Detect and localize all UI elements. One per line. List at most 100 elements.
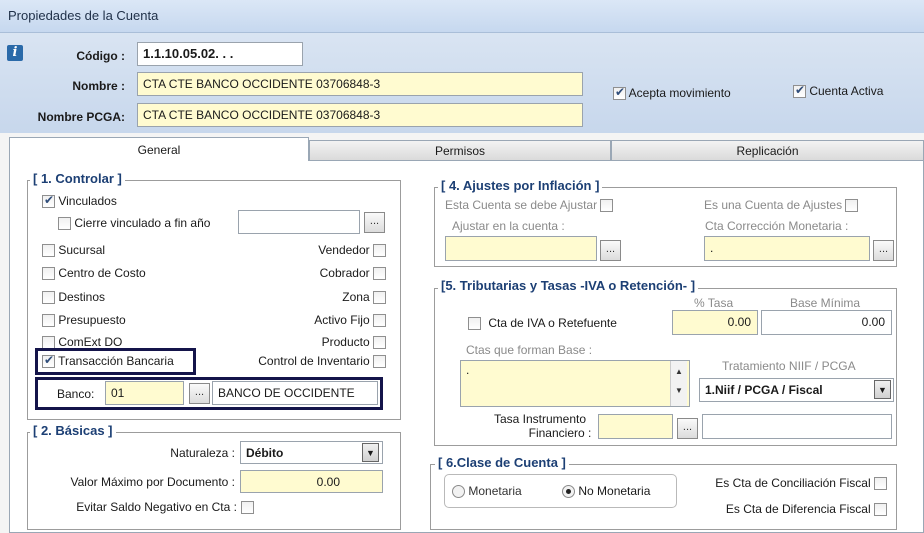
es-cuenta-ajustes-label: Es una Cuenta de Ajustes xyxy=(704,198,843,212)
valor-maximo-field[interactable]: 0.00 xyxy=(240,470,383,493)
ctas-base-label: Ctas que forman Base : xyxy=(466,343,593,357)
vinculados-label: Vinculados xyxy=(58,194,117,208)
ajustar-lookup-button[interactable]: ... xyxy=(600,240,621,261)
tasa-field[interactable]: 0.00 xyxy=(672,310,758,335)
naturaleza-value: Débito xyxy=(246,446,284,460)
producto-label: Producto xyxy=(321,335,370,349)
presupuesto-checkbox[interactable] xyxy=(42,314,55,328)
nombre-pcga-field[interactable]: CTA CTE BANCO OCCIDENTE 03706848-3 xyxy=(137,103,583,127)
evitar-saldo-checkbox[interactable] xyxy=(241,501,254,515)
cta-correccion-field[interactable]: . xyxy=(704,236,870,261)
es-cuenta-ajustes-option[interactable]: Es una Cuenta de Ajustes xyxy=(704,198,859,213)
banco-lookup-button[interactable]: ... xyxy=(189,383,210,404)
cta-iva-option[interactable]: Cta de IVA o Retefuente xyxy=(468,316,617,331)
esta-cuenta-checkbox[interactable] xyxy=(600,199,614,213)
ctas-base-field[interactable]: . xyxy=(460,360,690,407)
banco-label: Banco: xyxy=(57,387,95,401)
cierre-field[interactable] xyxy=(238,210,360,234)
producto-checkbox[interactable] xyxy=(373,336,386,350)
sucursal-checkbox[interactable] xyxy=(42,244,55,258)
tasa-instrumento-label-line1: Tasa Instrumento xyxy=(493,412,587,426)
centro-costo-option[interactable]: Centro de Costo xyxy=(42,266,146,281)
naturaleza-label: Naturaleza : xyxy=(170,446,235,460)
tab-replicacion[interactable]: Replicación xyxy=(611,140,924,161)
evitar-saldo-label: Evitar Saldo Negativo en Cta : xyxy=(76,500,237,514)
scroll-up-icon[interactable]: ▲ xyxy=(671,367,687,376)
scroll-down-icon[interactable]: ▼ xyxy=(671,386,687,395)
sucursal-option[interactable]: Sucursal xyxy=(42,243,105,258)
tasa-instrumento-desc-field[interactable] xyxy=(702,414,892,439)
evitar-saldo-option[interactable] xyxy=(241,500,254,515)
no-monetaria-radio[interactable] xyxy=(562,485,575,499)
zona-checkbox[interactable] xyxy=(373,291,386,305)
control-inventario-label: Control de Inventario xyxy=(258,354,370,368)
tasa-instrumento-label: Tasa Instrumento Financiero : xyxy=(470,412,610,440)
base-minima-field[interactable]: 0.00 xyxy=(761,310,892,335)
base-minima-label: Base Mínima xyxy=(790,296,861,310)
tasa-instrumento-field[interactable] xyxy=(598,414,673,439)
banco-name-field[interactable]: BANCO DE OCCIDENTE xyxy=(212,381,378,405)
vendedor-option[interactable]: Vendedor xyxy=(270,243,386,258)
tab-general[interactable]: General xyxy=(9,137,309,161)
acepta-movimiento-checkbox[interactable] xyxy=(613,85,626,101)
controlar-title: [ 1. Controlar ] xyxy=(30,171,125,186)
codigo-label: Código : xyxy=(76,49,125,63)
tasa-label: % Tasa xyxy=(694,296,734,310)
es-cuenta-ajustes-checkbox[interactable] xyxy=(845,199,859,213)
clase-title: [ 6.Clase de Cuenta ] xyxy=(435,455,569,470)
tasa-instrumento-lookup-button[interactable]: ... xyxy=(677,418,698,439)
ctas-base-value: . xyxy=(466,363,470,377)
cuenta-activa-checkbox[interactable] xyxy=(793,83,806,99)
diferencia-checkbox[interactable] xyxy=(874,503,887,517)
cierre-option[interactable]: Cierre vinculado a fin año xyxy=(58,216,211,231)
cta-iva-label: Cta de IVA o Retefuente xyxy=(488,316,617,330)
presupuesto-option[interactable]: Presupuesto xyxy=(42,313,126,328)
tratamiento-select[interactable]: 1.Niif / PCGA / Fiscal xyxy=(699,378,894,402)
producto-option[interactable]: Producto xyxy=(270,335,386,350)
conciliacion-option[interactable]: Es Cta de Conciliación Fiscal xyxy=(680,476,887,491)
ctas-base-scrollbar[interactable]: ▲ ▼ xyxy=(670,361,687,406)
cobrador-label: Cobrador xyxy=(319,266,370,280)
monetaria-option[interactable]: Monetaria xyxy=(452,484,522,499)
tab-permisos[interactable]: Permisos xyxy=(309,140,611,161)
cta-correccion-label: Cta Corrección Monetaria : xyxy=(705,219,849,233)
no-monetaria-option[interactable]: No Monetaria xyxy=(562,484,650,499)
acepta-movimiento-option[interactable]: Acepta movimiento xyxy=(613,85,731,101)
zona-option[interactable]: Zona xyxy=(270,290,386,305)
cta-iva-checkbox[interactable] xyxy=(468,317,481,331)
destinos-option[interactable]: Destinos xyxy=(42,290,106,305)
cierre-label: Cierre vinculado a fin año xyxy=(74,216,211,230)
vinculados-checkbox[interactable] xyxy=(42,193,55,209)
diferencia-option[interactable]: Es Cta de Diferencia Fiscal xyxy=(680,502,887,517)
control-inventario-option[interactable]: Control de Inventario xyxy=(206,354,386,369)
naturaleza-dropdown-arrow-icon[interactable]: ▼ xyxy=(362,443,379,462)
info-icon[interactable]: i xyxy=(7,45,23,61)
control-inventario-checkbox[interactable] xyxy=(373,355,386,369)
centro-costo-checkbox[interactable] xyxy=(42,267,55,281)
transaccion-bancaria-label: Transacción Bancaria xyxy=(58,354,174,368)
tratamiento-dropdown-arrow-icon[interactable]: ▼ xyxy=(874,380,891,399)
codigo-field[interactable]: 1.1.10.05.02. . . xyxy=(137,42,303,66)
nombre-field[interactable]: CTA CTE BANCO OCCIDENTE 03706848-3 xyxy=(137,72,583,96)
cierre-lookup-button[interactable]: ... xyxy=(364,212,385,233)
activo-fijo-checkbox[interactable] xyxy=(373,314,386,328)
cta-correccion-lookup-button[interactable]: ... xyxy=(873,240,894,261)
ajustar-field[interactable] xyxy=(445,236,597,261)
cobrador-option[interactable]: Cobrador xyxy=(270,266,386,281)
banco-code-field[interactable]: 01 xyxy=(105,381,184,405)
transaccion-bancaria-option[interactable]: Transacción Bancaria xyxy=(42,353,174,369)
destinos-checkbox[interactable] xyxy=(42,291,55,305)
monetaria-radio[interactable] xyxy=(452,485,465,499)
vendedor-checkbox[interactable] xyxy=(373,244,386,258)
comext-label: ComExt DO xyxy=(58,335,123,349)
cobrador-checkbox[interactable] xyxy=(373,267,386,281)
esta-cuenta-option[interactable]: Esta Cuenta se debe Ajustar xyxy=(445,198,614,213)
centro-costo-label: Centro de Costo xyxy=(58,266,146,280)
vinculados-option[interactable]: Vinculados xyxy=(42,193,117,209)
destinos-label: Destinos xyxy=(58,290,106,304)
conciliacion-checkbox[interactable] xyxy=(874,477,887,491)
cuenta-activa-option[interactable]: Cuenta Activa xyxy=(793,83,883,99)
activo-fijo-option[interactable]: Activo Fijo xyxy=(270,313,386,328)
transaccion-bancaria-checkbox[interactable] xyxy=(42,353,55,369)
cierre-checkbox[interactable] xyxy=(58,217,71,231)
